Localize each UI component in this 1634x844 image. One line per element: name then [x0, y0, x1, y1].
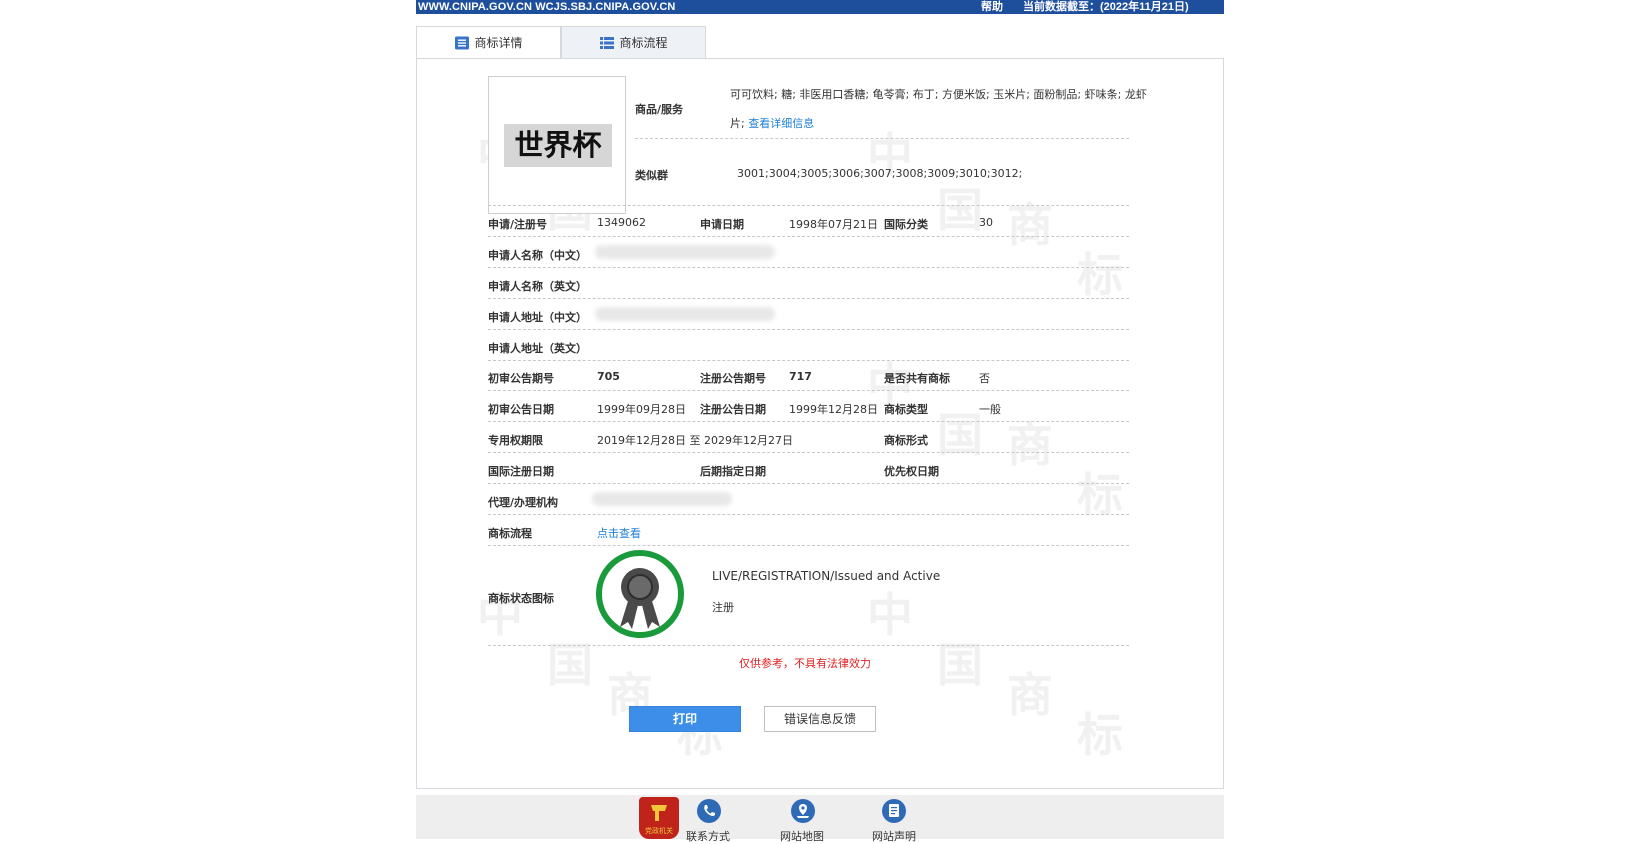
data-as-of: 当前数据截至：(2022年11月21日)	[1023, 1, 1189, 13]
print-button[interactable]: 打印	[629, 706, 741, 732]
footer-link-statement[interactable]: 网站声明	[872, 828, 916, 844]
agent-label: 代理/办理机构	[488, 496, 559, 509]
reg-no-value: 1349062	[597, 216, 646, 229]
tab-label: 商标流程	[619, 36, 668, 50]
divider	[488, 205, 1129, 206]
address-cn-label: 申请人地址（中文）	[488, 311, 587, 324]
site-urls[interactable]: WWW.CNIPA.GOV.CN WCJS.SBJ.CNIPA.GOV.CN	[418, 0, 675, 14]
status-badge-icon	[595, 549, 685, 639]
priority-date-label: 优先权日期	[884, 465, 939, 478]
footer: 党政机关 联系方式 网站地图 网站声明	[416, 795, 1224, 843]
tab-trademark-detail[interactable]: 商标详情	[416, 26, 561, 60]
trademark-image[interactable]: 世界杯	[488, 76, 626, 214]
statement-icon[interactable]	[882, 799, 906, 823]
goods-value: 可可饮料; 糖; 非医用口香糖; 龟苓膏; 布丁; 方便米饭; 玉米片; 面粉制…	[730, 88, 1147, 101]
address-en-label: 申请人地址（英文）	[488, 342, 587, 355]
intl-class-value: 30	[979, 216, 993, 229]
list-icon	[599, 30, 615, 49]
watermark-char: 中	[477, 588, 523, 642]
help-link[interactable]: 帮助	[981, 0, 1003, 14]
process-link[interactable]: 点击查看	[597, 525, 641, 541]
watermark-char: 商	[1007, 668, 1053, 722]
divider	[488, 267, 1129, 268]
shared-value: 否	[979, 372, 990, 385]
prelim-no-label: 初审公告期号	[488, 372, 554, 385]
reg-pub-date-value: 1999年12月28日	[789, 403, 878, 416]
trademark-text: 世界杯	[504, 124, 612, 167]
footer-link-contact[interactable]: 联系方式	[686, 828, 730, 844]
goods-label: 商品/服务	[635, 103, 684, 116]
app-date-label: 申请日期	[700, 218, 744, 231]
tab-label: 商标详情	[474, 36, 523, 50]
feedback-button[interactable]: 错误信息反馈	[764, 706, 876, 732]
tm-form-label: 商标形式	[884, 434, 928, 447]
prelim-date-value: 1999年09月28日	[597, 403, 686, 416]
status-label: 商标状态图标	[488, 592, 554, 605]
applicant-cn-redacted	[595, 245, 775, 259]
tab-bar: 商标详情 商标流程	[416, 26, 1224, 60]
watermark-char: 商	[1007, 198, 1053, 252]
reg-pub-no-value[interactable]: 717	[789, 370, 812, 383]
shared-label: 是否共有商标	[884, 372, 950, 385]
divider	[488, 545, 1129, 546]
divider	[488, 236, 1129, 237]
exclusive-value: 2019年12月28日 至 2029年12月27日	[597, 434, 793, 447]
intl-class-label: 国际分类	[884, 218, 928, 231]
reg-no-label: 申请/注册号	[488, 218, 548, 231]
similar-group-label: 类似群	[635, 169, 668, 182]
map-icon[interactable]	[791, 799, 815, 823]
detail-panel: 中 国 中 国 商 标 中 国 商 标 中 国 商 标 中 国 商 标 世界杯 …	[416, 58, 1224, 789]
exclusive-label: 专用权期限	[488, 434, 543, 447]
status-cn: 注册	[712, 601, 734, 614]
goods-value-cont: 片; 查看详细信息	[730, 115, 814, 131]
tm-type-value: 一般	[979, 403, 1001, 416]
divider	[488, 452, 1129, 453]
tab-trademark-process[interactable]: 商标流程	[561, 26, 706, 58]
watermark-char: 国	[547, 638, 593, 692]
status-en: LIVE/REGISTRATION/Issued and Active	[712, 569, 941, 583]
applicant-en-label: 申请人名称（英文）	[488, 280, 587, 293]
address-cn-redacted	[595, 307, 775, 321]
reg-pub-date-label: 注册公告日期	[700, 403, 766, 416]
divider	[488, 483, 1129, 484]
goods-tail: 片;	[730, 117, 745, 130]
watermark-char: 国	[937, 183, 983, 237]
divider	[635, 138, 1129, 139]
divider	[488, 514, 1129, 515]
goods-detail-link[interactable]: 查看详细信息	[748, 117, 814, 130]
agent-redacted	[592, 492, 732, 506]
disclaimer-text: 仅供参考，不具有法律效力	[739, 657, 871, 670]
divider	[488, 298, 1129, 299]
phone-icon[interactable]	[697, 799, 721, 823]
watermark-char: 中	[867, 588, 913, 642]
app-date-value: 1998年07月21日	[789, 218, 878, 231]
prelim-date-label: 初审公告日期	[488, 403, 554, 416]
applicant-cn-label: 申请人名称（中文）	[488, 249, 587, 262]
divider	[488, 645, 1129, 646]
top-bar: WWW.CNIPA.GOV.CN WCJS.SBJ.CNIPA.GOV.CN 帮…	[416, 0, 1224, 14]
divider	[488, 421, 1129, 422]
tm-type-label: 商标类型	[884, 403, 928, 416]
prelim-no-value[interactable]: 705	[597, 370, 620, 383]
intl-reg-date-label: 国际注册日期	[488, 465, 554, 478]
watermark-char: 标	[1077, 468, 1123, 522]
watermark-char: 商	[1007, 418, 1053, 472]
later-date-label: 后期指定日期	[700, 465, 766, 478]
watermark-char: 国	[937, 638, 983, 692]
divider	[488, 329, 1129, 330]
watermark-char: 标	[1077, 708, 1123, 762]
party-gov-logo[interactable]: 党政机关	[639, 797, 679, 839]
reg-pub-no-label: 注册公告期号	[700, 372, 766, 385]
watermark-char: 国	[937, 408, 983, 462]
document-icon	[454, 30, 470, 50]
process-label: 商标流程	[488, 527, 532, 540]
similar-group-value: 3001;3004;3005;3006;3007;3008;3009;3010;…	[737, 167, 1023, 180]
logo-text: 党政机关	[645, 827, 673, 835]
divider	[488, 360, 1129, 361]
watermark-char: 标	[1077, 248, 1123, 302]
divider	[488, 390, 1129, 391]
footer-link-sitemap[interactable]: 网站地图	[780, 828, 824, 844]
